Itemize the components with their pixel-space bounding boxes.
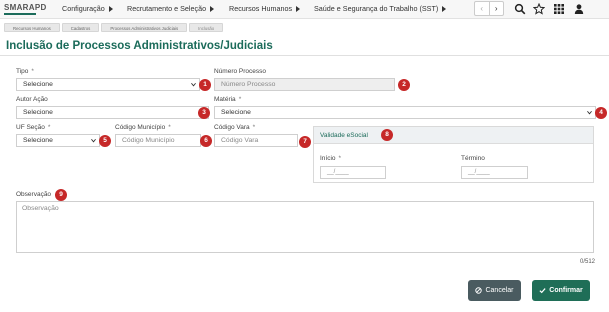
title-divider: [0, 55, 609, 56]
observacao-char-counter: 0/512: [579, 259, 595, 265]
codigo-vara-label: Código Vara *: [214, 124, 256, 131]
termino-label: Término: [461, 155, 485, 162]
materia-select[interactable]: Selecione: [214, 106, 596, 119]
pager: ‹ ›: [474, 1, 504, 16]
cancel-button[interactable]: Cancelar: [468, 280, 521, 301]
caret-right-icon: [296, 6, 301, 13]
autor-acao-label: Autor Ação: [16, 96, 48, 103]
uf-secao-select[interactable]: Selecione: [16, 134, 100, 147]
breadcrumb-item[interactable]: Processos Administrativos Judiciais: [101, 23, 188, 32]
breadcrumb-item-current: Inclusão: [189, 23, 224, 32]
nav-item-sst[interactable]: Saúde e Segurança do Trabalho (SST): [314, 4, 447, 13]
nav-item-label: Saúde e Segurança do Trabalho (SST): [314, 4, 439, 13]
caret-right-icon: [442, 6, 447, 13]
termino-input[interactable]: __/____: [461, 166, 528, 179]
annotation-badge-3: 3: [198, 107, 210, 119]
user-icon[interactable]: [573, 3, 585, 15]
tipo-select[interactable]: Selecione: [16, 78, 200, 91]
nav-item-recursos-humanos[interactable]: Recursos Humanos: [229, 4, 301, 13]
confirm-button-label: Confirmar: [549, 287, 583, 294]
nav-item-configuracao[interactable]: Configuração: [62, 4, 113, 13]
autor-acao-value: Selecione: [23, 109, 53, 116]
validade-esocial-title: Validade eSocial: [320, 132, 368, 139]
breadcrumb-item[interactable]: Cadastros: [61, 23, 100, 32]
numero-processo-label: Número Processo: [214, 68, 267, 75]
star-icon[interactable]: [533, 3, 545, 15]
validade-esocial-header: Validade eSocial: [314, 127, 593, 144]
tipo-value: Selecione: [23, 81, 53, 88]
logo-text: SMARAPD: [4, 3, 47, 12]
search-icon[interactable]: [514, 3, 526, 15]
observacao-textarea[interactable]: Observação: [16, 201, 594, 253]
annotation-badge-8: 8: [381, 129, 393, 141]
annotation-badge-4: 4: [595, 107, 607, 119]
annotation-badge-1: 1: [199, 79, 211, 91]
chevron-down-icon: [191, 82, 196, 87]
prev-button[interactable]: ‹: [475, 2, 489, 15]
annotation-badge-5: 5: [99, 135, 111, 147]
nav-item-recrutamento[interactable]: Recrutamento e Seleção: [127, 4, 215, 13]
annotation-badge-2: 2: [398, 79, 410, 91]
top-navbar: SMARAPD Configuração Recrutamento e Sele…: [0, 0, 609, 19]
observacao-label: Observação: [16, 191, 52, 198]
materia-label: Matéria *: [214, 96, 242, 103]
annotation-badge-6: 6: [200, 135, 212, 147]
page-title: Inclusão de Processos Administrativos/Ju…: [6, 40, 273, 52]
cancel-button-label: Cancelar: [485, 287, 514, 294]
annotation-badge-7: 7: [299, 136, 311, 148]
codigo-municipio-input[interactable]: Código Município: [115, 134, 201, 147]
inicio-input[interactable]: __/____: [320, 166, 386, 179]
autor-acao-select[interactable]: Selecione: [16, 106, 209, 119]
breadcrumb-item[interactable]: Recursos Humanos: [4, 23, 60, 32]
caret-right-icon: [108, 6, 113, 13]
uf-secao-label: UF Seção *: [16, 124, 51, 131]
next-button[interactable]: ›: [488, 2, 504, 15]
uf-secao-value: Selecione: [23, 137, 53, 144]
caret-right-icon: [210, 6, 215, 13]
annotation-badge-9: 9: [55, 189, 67, 201]
materia-value: Selecione: [221, 109, 251, 116]
nav-item-label: Recrutamento e Seleção: [127, 4, 207, 13]
check-icon: [539, 287, 546, 293]
breadcrumb: Recursos Humanos Cadastros Processos Adm…: [4, 23, 224, 32]
app-logo: SMARAPD: [4, 3, 47, 15]
nav-item-label: Recursos Humanos: [229, 4, 293, 13]
ban-icon: [475, 286, 483, 294]
chevron-down-icon: [91, 138, 96, 143]
codigo-vara-input[interactable]: Código Vara: [214, 134, 298, 147]
numero-processo-input[interactable]: Número Processo: [214, 78, 395, 91]
confirm-button[interactable]: Confirmar: [532, 280, 590, 301]
apps-grid-icon[interactable]: [553, 3, 565, 15]
inicio-label: Início *: [320, 155, 342, 162]
codigo-municipio-label: Código Município *: [115, 124, 171, 131]
logo-underline: [4, 13, 36, 15]
nav-item-label: Configuração: [62, 4, 105, 13]
chevron-down-icon: [587, 110, 592, 115]
tipo-label: Tipo *: [16, 68, 34, 75]
